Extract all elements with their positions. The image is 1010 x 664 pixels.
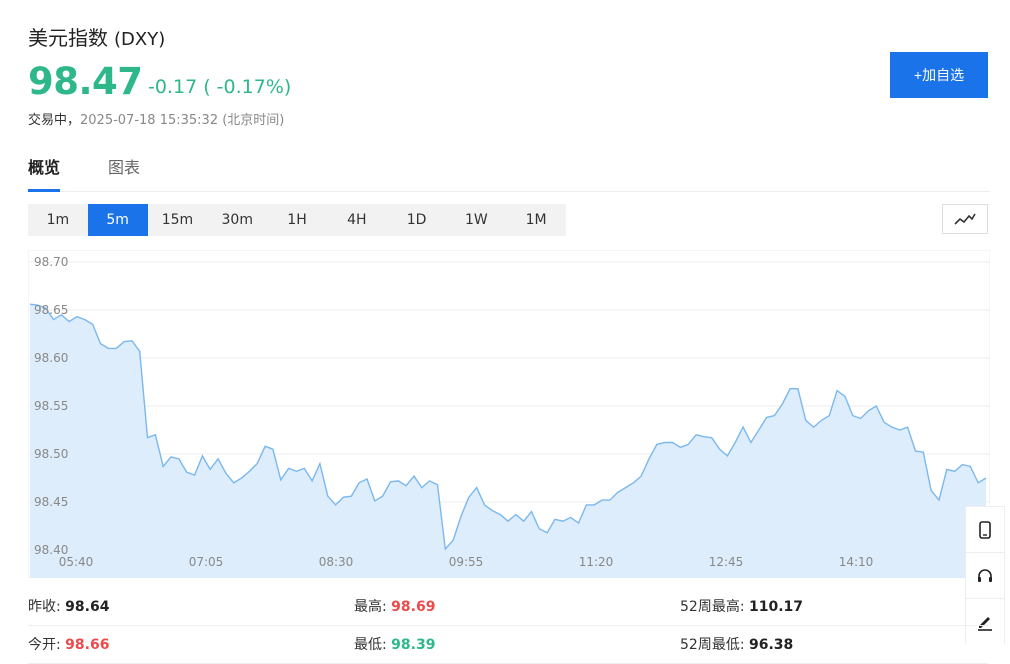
quote-time: 2025-07-18 15:35:32 (北京时间) [80, 113, 285, 128]
stat-label: 昨收: [28, 599, 61, 615]
timeframe-1m[interactable]: 1m [28, 204, 88, 236]
stat-label: 52周最低: [680, 637, 745, 653]
instrument-title: 美元指数 (DXY) [28, 22, 165, 51]
x-tick-label: 09:55 [449, 555, 484, 569]
y-tick-label: 98.70 [34, 255, 68, 269]
add-to-watchlist-button[interactable]: +加自选 [890, 52, 988, 98]
stat-open: 今开: 98.66 [28, 634, 109, 654]
stat-value: 110.17 [748, 599, 804, 615]
stat-value: 98.64 [65, 599, 110, 615]
stat-label: 最高: [354, 599, 387, 615]
mobile-button[interactable] [965, 506, 1005, 552]
stats-row: 今开: 98.66 最低: 98.39 52周最低: 96.38 [28, 626, 988, 664]
timeframe-1mo[interactable]: 1M [506, 204, 566, 236]
tab-overview[interactable]: 概览 [28, 154, 61, 192]
stat-high: 最高: 98.69 [354, 596, 435, 616]
headset-icon [978, 568, 992, 582]
timeframe-1d[interactable]: 1D [387, 204, 447, 236]
timeframe-1w[interactable]: 1W [446, 204, 506, 236]
instrument-code: (DXY) [114, 29, 166, 50]
chart-type-button[interactable] [942, 204, 988, 234]
line-chart-icon [954, 213, 976, 225]
main-tabs: 概览 图表 [28, 154, 990, 192]
y-tick-label: 98.60 [34, 351, 68, 365]
mobile-phone-icon [979, 520, 991, 539]
x-tick-label: 11:20 [579, 555, 614, 569]
timeframe-4h[interactable]: 4H [327, 204, 387, 236]
stat-value: 96.38 [748, 637, 794, 653]
stat-label: 最低: [354, 637, 387, 653]
trading-status: 交易中，2025-07-18 15:35:32 (北京时间) [28, 109, 284, 128]
status-text: 交易中， [28, 113, 81, 128]
timeframe-5m[interactable]: 5m [87, 204, 148, 236]
x-tick-label: 12:45 [709, 555, 744, 569]
price-chart[interactable]: 98.7098.6598.6098.5598.5098.4598.40 05:4… [28, 250, 990, 578]
tab-chart[interactable]: 图表 [108, 154, 140, 192]
y-tick-label: 98.45 [34, 495, 68, 509]
x-tick-label: 07:05 [189, 555, 224, 569]
stat-value: 98.39 [391, 637, 436, 653]
price-change: -0.17 ( -0.17%) [148, 76, 292, 98]
stat-label: 52周最高: [680, 599, 745, 615]
timeframe-15m[interactable]: 15m [148, 204, 208, 236]
quote-header: 美元指数 (DXY) 98.47 -0.17 ( -0.17%) 交易中，2025… [0, 0, 1010, 140]
stat-52w-high: 52周最高: 110.17 [680, 596, 803, 616]
quote-stats: 昨收: 98.64 最高: 98.69 52周最高: 110.17 今开: 98… [28, 588, 988, 664]
timeframe-30m[interactable]: 30m [207, 204, 267, 236]
timeframe-1h[interactable]: 1H [267, 204, 327, 236]
stat-52w-low: 52周最低: 96.38 [680, 634, 793, 654]
timeframe-selector: 1m 5m 15m 30m 1H 4H 1D 1W 1M [28, 204, 566, 236]
stat-value: 98.66 [65, 637, 110, 653]
stat-low: 最低: 98.39 [354, 634, 435, 654]
x-tick-label: 05:40 [59, 555, 94, 569]
stat-value: 98.69 [391, 599, 436, 615]
x-tick-label: 08:30 [319, 555, 354, 569]
stat-prev-close: 昨收: 98.64 [28, 596, 109, 616]
instrument-name: 美元指数 [28, 26, 108, 50]
y-tick-label: 98.55 [34, 399, 68, 413]
y-tick-label: 98.50 [34, 447, 68, 461]
stats-row: 昨收: 98.64 最高: 98.69 52周最高: 110.17 [28, 588, 988, 626]
x-tick-label: 14:10 [839, 555, 874, 569]
last-price: 98.47 [28, 60, 143, 103]
y-tick-label: 98.65 [34, 303, 68, 317]
stat-label: 今开: [28, 637, 61, 653]
